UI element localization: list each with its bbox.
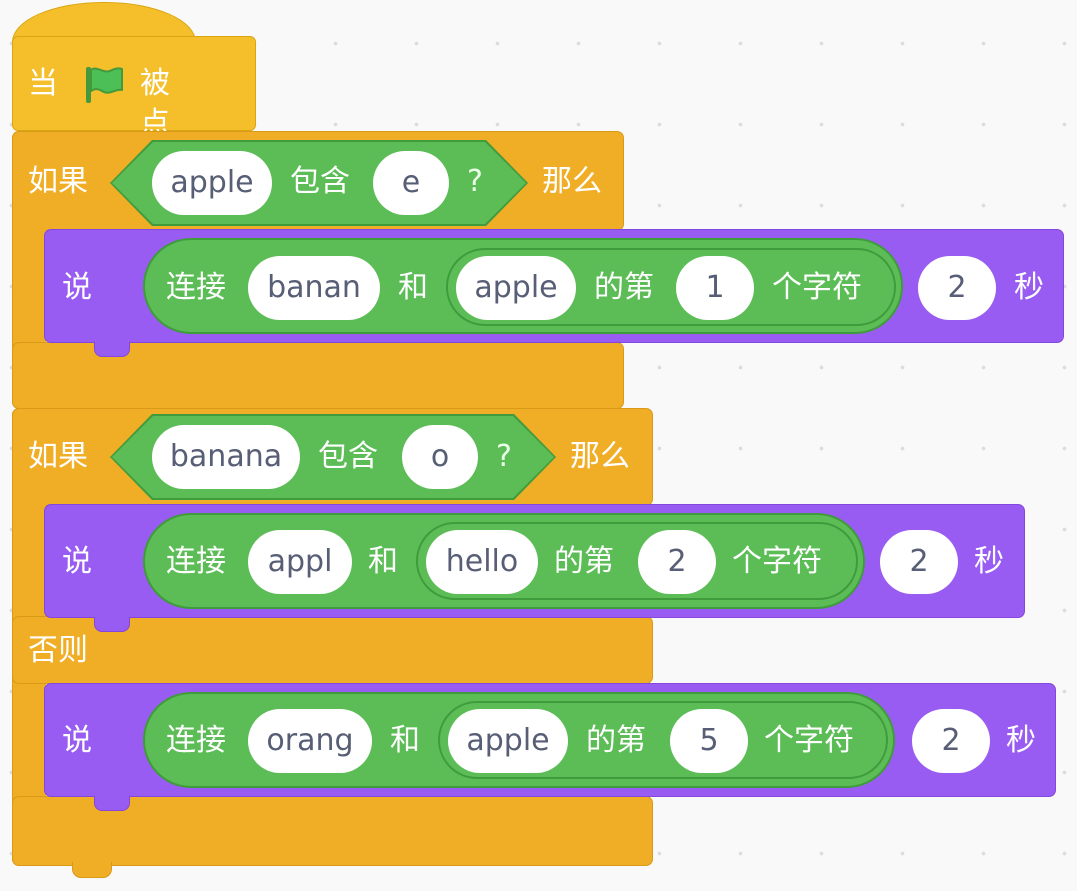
say1-and-label: 和 [398,270,428,305]
if2-if-label: 如果 [28,439,88,474]
say1-letter-of-label: 的第 [594,270,654,305]
if2-bottom-notch [72,862,112,878]
say3-seconds-unit: 秒 [1006,723,1036,758]
say3-and-label: 和 [390,723,420,758]
if1-contains-label: 包含 [290,164,350,199]
if1-if-label: 如果 [28,164,88,199]
say3-join-a-input[interactable]: orang [248,709,372,773]
if1-question-mark: ? [467,164,483,199]
say2-letter-unit-label: 个字符 [732,544,822,579]
say1-seconds-input[interactable]: 2 [918,256,996,320]
say3-label: 说 [62,723,92,758]
say1-join-a-input[interactable]: banan [248,256,380,320]
say2-notch [94,617,130,632]
say3-notch [94,796,130,811]
say2-letter-of-label: 的第 [554,544,614,579]
say3-letter-string-input[interactable]: apple [448,709,568,773]
say3-letter-of-label: 的第 [586,723,646,758]
if1-then-label: 那么 [542,164,602,199]
if2-condition-sub-input[interactable]: o [402,425,478,489]
say2-label: 说 [62,544,92,579]
if2-question-mark: ? [496,439,512,474]
script-canvas[interactable]: 当 被点击 如果 apple 包含 e ? 那么 说 连接 banan 和 ap… [0,0,1077,891]
say1-seconds-unit: 秒 [1014,270,1044,305]
green-flag-icon [86,67,123,103]
if2-contains-label: 包含 [318,439,378,474]
say3-letter-unit-label: 个字符 [764,723,854,758]
hat-prefix-label: 当 [28,66,58,101]
say1-letter-string-input[interactable]: apple [456,256,576,320]
if1-condition-sub-input[interactable]: e [373,151,449,215]
say1-label: 说 [62,270,92,305]
say2-seconds-input[interactable]: 2 [880,530,958,594]
say3-seconds-input[interactable]: 2 [912,709,990,773]
if1-condition-text-input[interactable]: apple [152,151,272,215]
if2-condition-text-input[interactable]: banana [152,425,300,489]
say2-join-a-input[interactable]: appl [248,530,352,594]
say2-join-label: 连接 [166,544,226,579]
say2-seconds-unit: 秒 [974,544,1004,579]
say2-and-label: 和 [368,544,398,579]
if2-else-label: 否则 [28,633,88,668]
if2-then-label: 那么 [570,439,630,474]
say1-notch [94,342,130,357]
say1-letter-unit-label: 个字符 [772,270,862,305]
say2-letter-index-input[interactable]: 2 [638,530,716,594]
say2-letter-string-input[interactable]: hello [426,530,538,594]
say1-letter-index-input[interactable]: 1 [676,256,754,320]
say3-join-label: 连接 [166,723,226,758]
say1-join-label: 连接 [166,270,226,305]
say3-letter-index-input[interactable]: 5 [670,709,748,773]
